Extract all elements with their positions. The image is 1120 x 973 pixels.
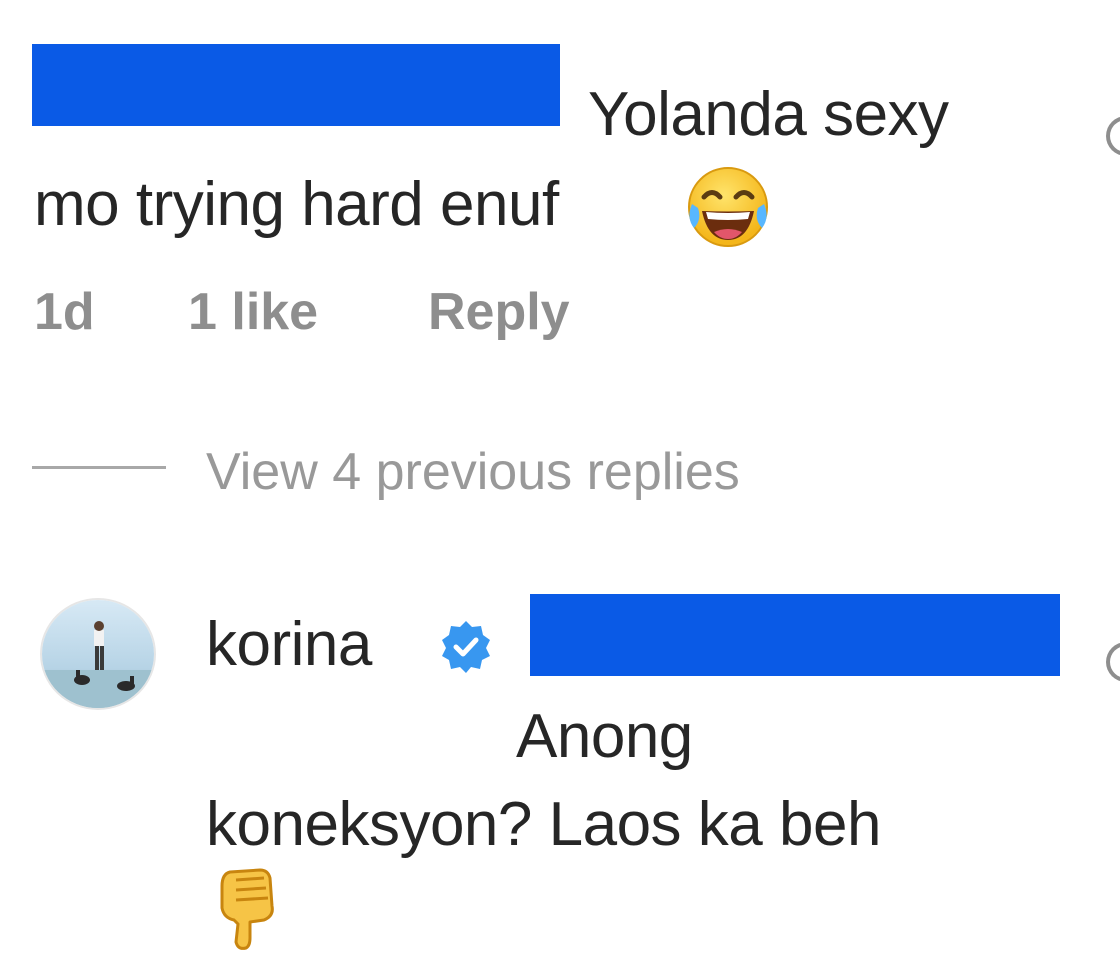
heart-icon[interactable] (1106, 116, 1120, 156)
comment-reply-button[interactable]: Reply (428, 286, 570, 338)
heart-icon[interactable] (1106, 642, 1120, 682)
reply-text-line1: Anong (516, 702, 693, 771)
tears-of-joy-emoji (684, 164, 772, 250)
thumbs-down-emoji (216, 866, 278, 952)
redacted-mention-bar (530, 594, 1060, 676)
replies-divider-line (32, 466, 166, 469)
comment-like-count[interactable]: 1 like (188, 286, 318, 338)
comment-text-line1: Yolanda sexy (588, 80, 949, 149)
redacted-username-bar (32, 44, 560, 126)
reply-text-line2: koneksyon? Laos ka beh (206, 790, 881, 859)
avatar[interactable] (40, 598, 156, 710)
comment-text-line2: mo trying hard enuf (34, 170, 559, 239)
view-previous-replies-button[interactable]: View 4 previous replies (206, 446, 740, 498)
verified-badge-icon (438, 618, 494, 674)
comment-timestamp: 1d (34, 283, 95, 341)
reply-username[interactable]: korina (206, 614, 372, 676)
